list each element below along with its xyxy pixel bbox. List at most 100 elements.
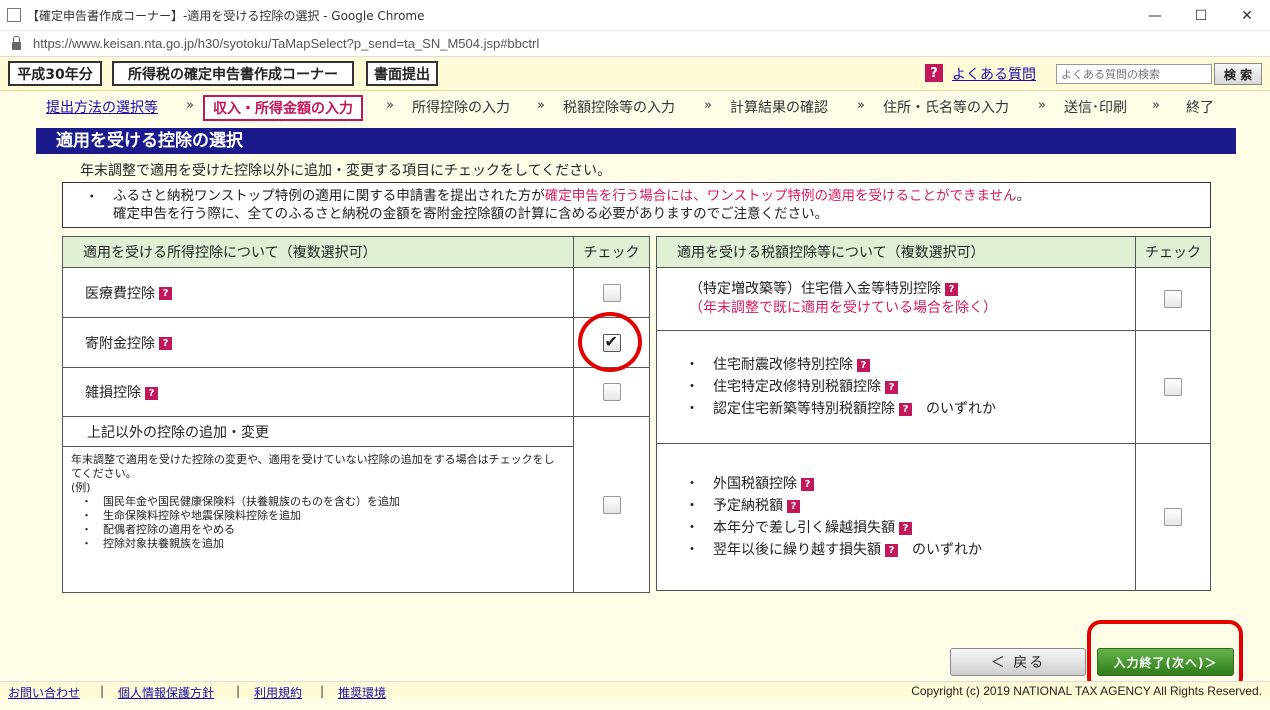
step-separator: » <box>386 98 394 113</box>
search-button[interactable]: 検 索 <box>1214 63 1262 85</box>
page-icon <box>7 8 21 22</box>
foreign-tax-list: 外国税額控除? 予定納税額? 本年分で差し引く繰越損失額? 翌年以後に繰り越す損… <box>685 473 1135 561</box>
faq-link[interactable]: よくある質問 <box>952 64 1036 84</box>
progress-steps: 提出方法の選択等 » 収入・所得金額の入力 » 所得控除の入力 » 税額控除等の… <box>0 92 1270 124</box>
check-cell <box>573 267 650 318</box>
next-button[interactable]: 入力終了(次へ)＞ <box>1097 648 1234 676</box>
table-row: 医療費控除? <box>61 267 650 318</box>
page-title: 適用を受ける控除の選択 <box>36 128 1236 154</box>
corner-title: 所得税の確定申告書作成コーナー <box>112 61 354 86</box>
housing-loan-line: （特定増改築等）住宅借入金等特別控除? <box>689 280 1135 299</box>
address-bar[interactable]: https://www.keisan.nta.go.jp/h30/syotoku… <box>0 31 1270 57</box>
tax-credit-table: 適用を受ける税額控除等について（複数選択可） チェック （特定増改築等）住宅借入… <box>655 236 1211 591</box>
step-separator: » <box>537 98 545 113</box>
step-income-current: 収入・所得金額の入力 <box>203 95 363 121</box>
step-finish: 終了 <box>1186 100 1214 116</box>
table-row: 年末調整で適用を受けた控除の変更や、適用を受けていない控除の追加をする場合はチェ… <box>61 446 650 593</box>
privacy-link[interactable]: 個人情報保護方針 <box>118 684 214 701</box>
list-item: 本年分で差し引く繰越損失額? <box>685 517 1135 539</box>
housing-loan-label: （特定増改築等）住宅借入金等特別控除 <box>689 281 941 297</box>
faq-search-input[interactable] <box>1056 64 1212 84</box>
help-icon[interactable]: ? <box>885 543 898 557</box>
notice-warning: 確定申告を行う場合には、ワンストップ特例の適用を受けることができません <box>544 188 1017 204</box>
table-row: 寄附金控除? <box>61 317 650 368</box>
help-icon[interactable]: ? <box>899 402 912 416</box>
table-row: 雑損控除? <box>61 367 650 417</box>
step-method[interactable]: 提出方法の選択等 <box>46 97 158 117</box>
help-icon[interactable]: ? <box>801 477 814 491</box>
submission-mode: 書面提出 <box>366 61 438 86</box>
table-row: （特定増改築等）住宅借入金等特別控除? （年末調整で既に適用を受けている場合を除… <box>655 267 1211 331</box>
housing-loan-cell: （特定増改築等）住宅借入金等特別控除? （年末調整で既に適用を受けている場合を除… <box>655 267 1137 331</box>
terms-link[interactable]: 利用規約 <box>254 684 302 701</box>
check-cell <box>573 367 650 417</box>
step-separator: » <box>1038 98 1046 113</box>
example-label: (例) <box>71 481 91 494</box>
table-row: 外国税額控除? 予定納税額? 本年分で差し引く繰越損失額? 翌年以後に繰り越す損… <box>655 443 1211 591</box>
any-of-suffix: のいずれか <box>912 542 982 558</box>
income-table-header: 適用を受ける所得控除について（複数選択可） <box>61 236 575 268</box>
any-of-suffix: のいずれか <box>926 401 996 417</box>
check-cell <box>1135 443 1211 591</box>
check-column-header: チェック <box>573 236 650 268</box>
casualty-deduction-checkbox[interactable] <box>602 383 621 401</box>
footer-separator: | <box>100 684 105 698</box>
housing-loan-checkbox[interactable] <box>1164 290 1183 308</box>
furusato-notice: ・ ふるさと納税ワンストップ特例の適用に関する申請書を提出された方が確定申告を行… <box>62 182 1211 228</box>
notice-bullet: ・ <box>85 189 99 205</box>
other-desc-text: 年末調整で適用を受けた控除の変更や、適用を受けていない控除の追加をする場合はチェ… <box>71 453 555 480</box>
step-deduction: 所得控除の入力 <box>412 100 510 116</box>
medical-deduction-checkbox[interactable] <box>602 283 621 302</box>
help-icon[interactable]: ? <box>899 521 912 535</box>
housing-renovation-checkbox[interactable] <box>1164 378 1183 396</box>
table-row: 住宅耐震改修特別控除? 住宅特定改修特別税額控除? 認定住宅新築等特別税額控除?… <box>655 330 1211 444</box>
window-controls: — ☐ ✕ <box>1132 0 1270 31</box>
example-list: ・ 国民年金や国民健康保険料（扶養親族のものを含む）を追加 ・ 生命保険料控除や… <box>71 495 565 551</box>
maximize-icon[interactable]: ☐ <box>1178 0 1224 31</box>
list-item: ・ 配偶者控除の適用をやめる <box>81 523 235 536</box>
url-text[interactable]: https://www.keisan.nta.go.jp/h30/syotoku… <box>33 36 539 51</box>
help-icon[interactable]: ? <box>945 282 958 296</box>
instruction-text: 年末調整で適用を受けた控除以外に追加・変更する項目にチェックをしてください。 <box>80 163 612 179</box>
table-row: 上記以外の控除の追加・変更 <box>61 416 650 593</box>
notice-line-1: ふるさと納税ワンストップ特例の適用に関する申請書を提出された方が確定申告を行う場… <box>87 187 1200 205</box>
other-deduction-checkbox[interactable] <box>602 495 621 514</box>
list-item: 予定納税額? <box>685 495 1135 517</box>
help-icon[interactable]: ? <box>885 380 898 394</box>
step-separator: » <box>704 98 712 113</box>
notice-line-2: 確定申告を行う際に、全てのふるさと納税の金額を寄附金控除額の計算に含める必要があ… <box>113 206 829 222</box>
housing-renovation-cell: 住宅耐震改修特別控除? 住宅特定改修特別税額控除? 認定住宅新築等特別税額控除?… <box>655 330 1137 444</box>
step-tax-credit: 税額控除等の入力 <box>563 100 675 116</box>
check-cell <box>573 416 650 593</box>
environment-link[interactable]: 推奨環境 <box>338 684 386 701</box>
contact-link[interactable]: お問い合わせ <box>8 684 80 701</box>
step-separator: » <box>857 98 865 113</box>
other-deduction-description: 年末調整で適用を受けた控除の変更や、適用を受けていない控除の追加をする場合はチェ… <box>61 446 575 593</box>
deduction-label: 雑損控除? <box>61 367 575 417</box>
income-deduction-table: 適用を受ける所得控除について（複数選択可） チェック 医療費控除? 寄附金控除?… <box>61 236 650 593</box>
close-icon[interactable]: ✕ <box>1224 0 1270 31</box>
donation-deduction-checkbox[interactable] <box>602 332 621 352</box>
foreign-tax-checkbox[interactable] <box>1164 508 1183 526</box>
deduction-label: 寄附金控除? <box>61 317 575 368</box>
check-cell <box>1135 267 1211 331</box>
list-item: 認定住宅新築等特別税額控除? のいずれか <box>685 398 1135 420</box>
tax-table-header: 適用を受ける税額控除等について（複数選択可） <box>655 236 1137 268</box>
lock-icon <box>12 35 21 50</box>
step-send-print: 送信･印刷 <box>1064 100 1127 116</box>
site-header: 平成30年分 所得税の確定申告書作成コーナー 書面提出 ? よくある質問 検 索 <box>0 57 1270 91</box>
help-icon[interactable]: ? <box>857 358 870 372</box>
help-icon[interactable]: ? <box>145 386 158 400</box>
other-deduction-label: 上記以外の控除の追加・変更 <box>61 416 575 447</box>
help-icon[interactable]: ? <box>159 337 172 350</box>
help-icon[interactable]: ? <box>159 287 172 300</box>
help-icon[interactable]: ? <box>787 499 800 513</box>
minimize-icon[interactable]: — <box>1132 0 1178 31</box>
help-icon[interactable]: ? <box>925 64 943 82</box>
medical-deduction-label: 医療費控除 <box>85 285 155 302</box>
year-label: 平成30年分 <box>8 61 102 86</box>
browser-titlebar: 【確定申告書作成コーナー】-適用を受ける控除の選択 - Google Chrom… <box>0 0 1270 31</box>
back-button[interactable]: ＜ 戻る <box>950 648 1086 676</box>
list-item: 住宅耐震改修特別控除? <box>685 354 1135 376</box>
donation-deduction-label: 寄附金控除 <box>85 335 155 352</box>
